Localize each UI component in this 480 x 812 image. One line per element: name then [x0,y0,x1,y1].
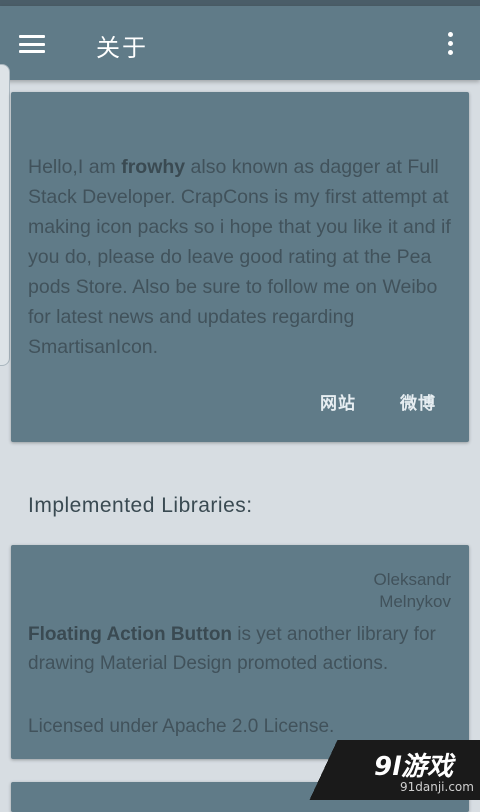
library-card[interactable]: Oleksandr Melnykov Floating Action Button… [11,545,469,759]
library-name: Floating Action Button [28,624,233,645]
about-card: Hello,I am frowhy also known as dagger a… [11,92,469,442]
about-text: Hello,I am frowhy also known as dagger a… [28,156,451,358]
library-license: Licensed under Apache 2.0 License. [28,716,335,737]
app-bar: 关于 [0,6,480,80]
libraries-section-title: Implemented Libraries: [28,494,253,517]
website-button[interactable]: 网站 [320,389,356,414]
author-name: frowhy [121,156,186,178]
watermark-url: 91danji.com [400,780,474,794]
hamburger-menu-icon[interactable] [19,35,45,53]
library-author: Oleksandr Melnykov [373,570,451,611]
drawer-edge-handle[interactable] [0,64,10,366]
watermark-logo: 9l游戏 91danji.com [300,740,480,800]
library-description: Floating Action Button is yet another li… [28,624,436,674]
weibo-button[interactable]: 微博 [400,389,436,414]
watermark-text: 9l游戏 [374,752,454,782]
more-vert-icon[interactable] [446,32,456,58]
page-title: 关于 [96,34,148,62]
